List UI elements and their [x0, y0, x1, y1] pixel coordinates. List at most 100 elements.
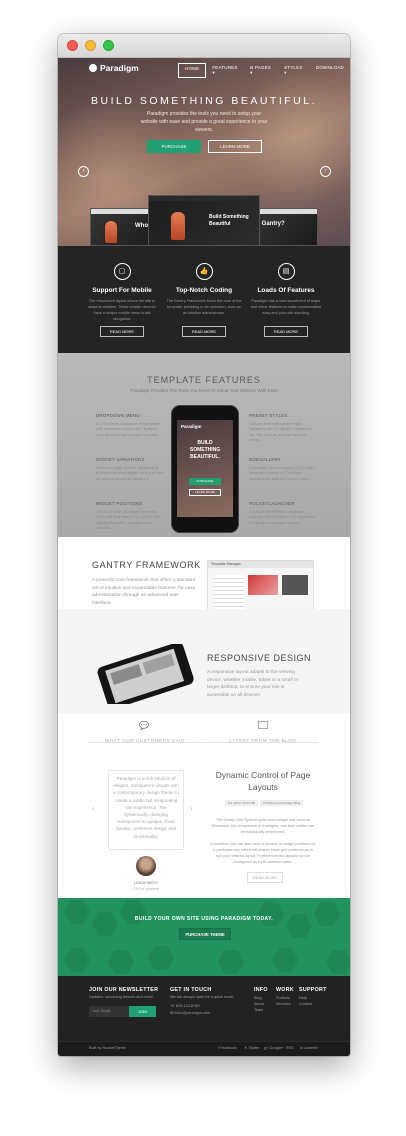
col-text: A custom WordPress installation package …: [249, 508, 316, 525]
col-text: Choose from eight preset style variation…: [249, 420, 313, 443]
credit-text[interactable]: Built by RocketTheme: [89, 1046, 126, 1052]
info-link[interactable]: Team: [254, 1008, 263, 1014]
gantry-desc: A powerful core framework that offers a …: [92, 578, 196, 606]
blog-date-tag: Sat 10/12, 05:14 PM: [224, 800, 259, 806]
email-input[interactable]: Your Email: [89, 1006, 129, 1017]
blog-read-more-button[interactable]: READ MORE: [247, 872, 283, 883]
phone-learn-button[interactable]: LEARN MORE: [189, 489, 221, 496]
feature-mobile: ▢ Support For Mobile The responsive layo…: [76, 246, 168, 337]
tm-title: Template Manager: [208, 561, 313, 568]
contact-phone: ☏ 876-123-8789: [170, 1004, 200, 1008]
screenshot-left-text: Who: [135, 223, 148, 229]
linkedin-link[interactable]: in LinkedIn: [300, 1046, 318, 1052]
blog-post-title[interactable]: Dynamic Control of Page Layouts: [208, 769, 318, 793]
features-section: ▢ Support For Mobile The responsive layo…: [58, 246, 350, 353]
rocket-icon: [105, 221, 117, 243]
phone-mockup: Paradigm BUILD SOMETHING BEAUTIFUL. PURC…: [171, 405, 239, 533]
info-title: INFO: [254, 987, 268, 993]
slider-next-icon[interactable]: ›: [320, 166, 331, 177]
nav-features[interactable]: FEATURES ▾: [206, 63, 244, 78]
hero-section: Paradigm HOME FEATURES ▾ B PAGES ▾ STYLE…: [58, 58, 350, 246]
blog-category-tag[interactable]: Published in Paradigm Blog: [260, 800, 304, 806]
purchase-button[interactable]: PURCHASE: [147, 140, 201, 153]
phone-logo: Paradigm: [181, 424, 202, 429]
avatar: [136, 856, 156, 876]
google-plus-link[interactable]: g+ Google+: [264, 1046, 284, 1052]
learn-more-button[interactable]: LEARN MORE: [208, 140, 262, 153]
feature-coding: 👍 Top-Notch Coding The Gantry Framework …: [158, 246, 250, 337]
site-logo[interactable]: Paradigm: [89, 63, 139, 73]
gantry-section: GANTRY FRAMEWORK A powerful core framewo…: [58, 537, 350, 628]
info-link[interactable]: Blog: [254, 996, 262, 1002]
footer-bottom: Built by RocketTheme f Facebook ✕ Twitte…: [58, 1041, 350, 1056]
feature-col-right-3: ROCKETLAUNCHER A custom WordPress install…: [249, 501, 317, 525]
contact-title: GET IN TOUCH: [170, 987, 212, 993]
feature-title: Support For Mobile: [92, 287, 152, 294]
feature-col-right-2: ROKGALLERY A versatile content display pl…: [249, 457, 317, 481]
feature-col-right-1: PRESET STYLES Choose from eight preset st…: [249, 413, 317, 443]
support-link[interactable]: Contact: [299, 1002, 312, 1008]
blog-text-1: The Gantry Grid System splits each widge…: [211, 818, 315, 834]
twitter-link[interactable]: ✕ Twitter: [244, 1046, 259, 1052]
screenshot-center: Build Something Beautiful: [148, 195, 260, 246]
nav-menu: HOME FEATURES ▾ B PAGES ▾ STYLES ▾ DOWNL…: [178, 63, 350, 78]
read-more-button[interactable]: READ MORE: [100, 326, 144, 337]
work-link[interactable]: Portfolio: [276, 996, 290, 1002]
tablet-mockup: [97, 644, 194, 704]
feature-loads: ▤ Loads Of Features Paradigm has a vast …: [240, 246, 332, 337]
logo-icon: [89, 64, 97, 72]
feature-title: Top-Notch Coding: [175, 287, 233, 294]
contact-email[interactable]: ✉ hello@paradigm.com: [170, 1011, 210, 1017]
mobile-icon: ▢: [113, 263, 131, 280]
blog-meta: Sat 10/12, 05:14 PM Published in Paradigm…: [218, 800, 310, 806]
window-titlebar: [58, 34, 350, 58]
slider-prev-icon[interactable]: ‹: [78, 166, 89, 177]
close-window-button[interactable]: [67, 40, 78, 51]
newsletter-title: JOIN OUR NEWSLETTER: [89, 987, 159, 993]
main-nav: Paradigm HOME FEATURES ▾ B PAGES ▾ STYLE…: [58, 58, 350, 78]
template-features-section: TEMPLATE FEATURES Paradigm Provides The …: [58, 353, 350, 537]
browser-window: Paradigm HOME FEATURES ▾ B PAGES ▾ STYLE…: [58, 34, 350, 1056]
template-subtitle: Paradigm Provides The Tools You Need To …: [130, 388, 278, 393]
col-heading: WIDGET VARIATIONS: [96, 457, 145, 462]
cta-section: BUILD YOUR OWN SITE USING PARADIGM TODAY…: [58, 898, 350, 976]
nav-home[interactable]: HOME: [178, 63, 207, 78]
col-heading: ROCKETLAUNCHER: [249, 501, 295, 506]
feature-col-left-2: WIDGET VARIATIONS There are eight stylist…: [96, 457, 164, 481]
feature-desc: Paradigm has a vast assortment of major …: [250, 299, 322, 315]
feature-desc: The Gantry Framework forms the core of t…: [166, 299, 242, 315]
work-title: WORK: [276, 987, 294, 993]
join-button[interactable]: JOIN: [129, 1006, 156, 1017]
col-heading: WIDGET POSITIONS: [96, 501, 143, 506]
screenshot-center-text: Build Something Beautiful: [209, 214, 249, 227]
template-title: TEMPLATE FEATURES: [147, 375, 261, 385]
feature-desc: The responsive layout allows the site to…: [88, 299, 156, 321]
cta-title: BUILD YOUR OWN SITE USING PARADIGM TODAY…: [134, 916, 274, 922]
testimonials-blog-section: 💬 WHAT OUR CUSTOMERS SAID LATEST FROM TH…: [58, 714, 350, 898]
blog-text-2: In addition, you can also force a number…: [210, 842, 316, 864]
hero-subtitle: Paradigm provides the tools you need to …: [140, 111, 268, 133]
col-text: A CSS based dropdown menu system with nu…: [96, 420, 162, 437]
facebook-link[interactable]: f Facebook: [218, 1046, 237, 1052]
testimonial-next-icon[interactable]: ›: [190, 804, 193, 813]
purchase-theme-button[interactable]: PURCHASE THEME: [179, 928, 231, 940]
feature-title: Loads Of Features: [257, 287, 315, 294]
maximize-window-button[interactable]: [103, 40, 114, 51]
nav-styles[interactable]: STYLES ▾: [278, 63, 310, 78]
support-title: SUPPORT: [299, 987, 327, 993]
calendar-icon: [258, 721, 268, 729]
nav-pages[interactable]: B PAGES ▾: [244, 63, 278, 78]
minimize-window-button[interactable]: [85, 40, 96, 51]
phone-purchase-button[interactable]: PURCHASE: [189, 478, 221, 485]
read-more-button[interactable]: READ MORE: [264, 326, 308, 337]
support-link[interactable]: Help: [299, 996, 307, 1002]
rss-link[interactable]: RSS: [286, 1046, 294, 1052]
testimonial-quote: Paradigm is a rich infusion of elegant, …: [108, 770, 184, 850]
work-link[interactable]: Services: [276, 1002, 291, 1008]
read-more-button[interactable]: READ MORE: [182, 326, 226, 337]
nav-download[interactable]: DOWNLOAD: [310, 63, 350, 78]
testimonial-prev-icon[interactable]: ‹: [92, 804, 95, 813]
info-link[interactable]: About: [254, 1002, 264, 1008]
footer: JOIN OUR NEWSLETTER Updates, upcoming th…: [58, 976, 350, 1056]
chat-icon: 💬: [139, 721, 149, 730]
